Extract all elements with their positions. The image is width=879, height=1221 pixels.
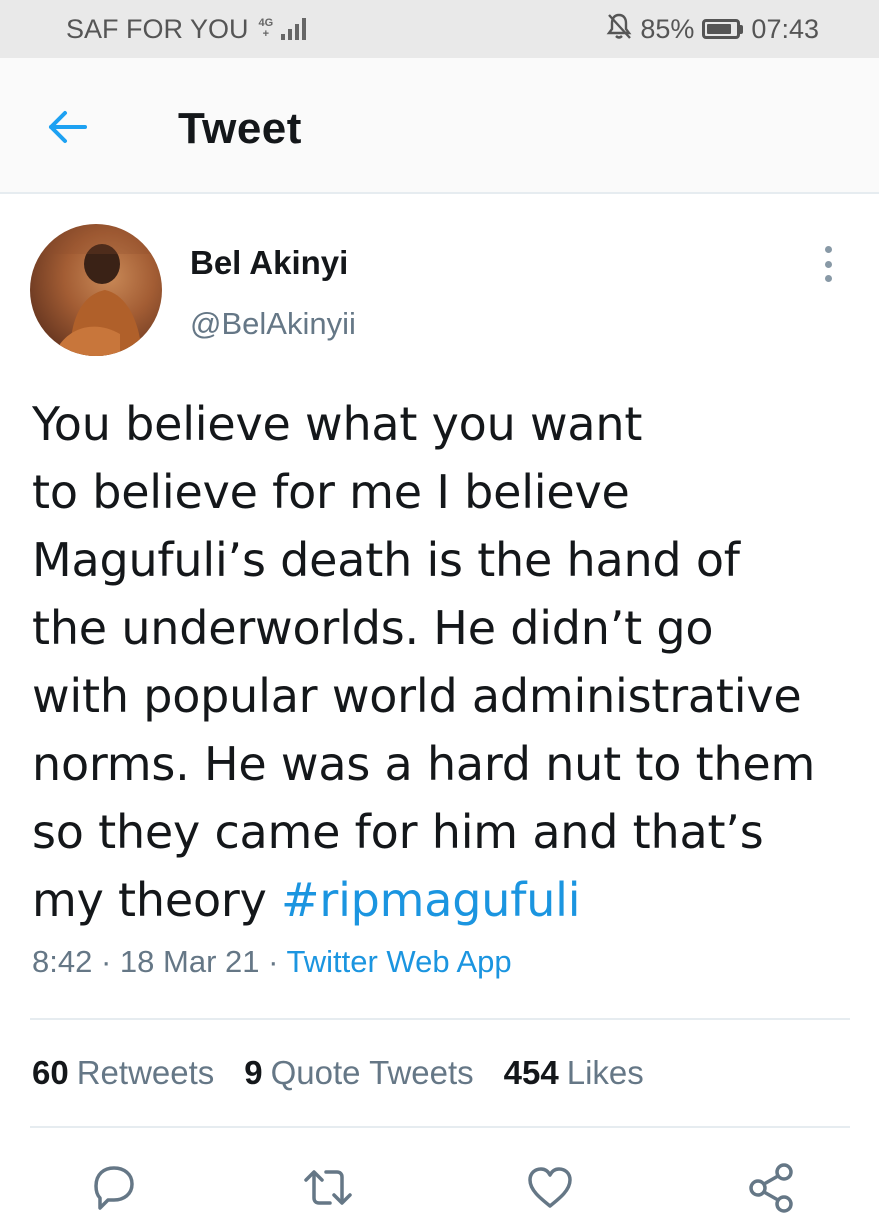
like-icon: [528, 1167, 572, 1208]
tweet-text-line: norms. He was a hard nut to them: [32, 737, 816, 791]
divider: [30, 1126, 850, 1128]
avatar[interactable]: [30, 224, 162, 356]
tweet-text-line: the underworlds. He didn’t go: [32, 601, 714, 655]
meta-separator: ·: [100, 944, 112, 979]
tweet-time: 8:42: [32, 944, 93, 979]
status-bar: SAF FOR YOU 4G + 85% 07:43: [0, 0, 879, 58]
tweet-source-link[interactable]: Twitter Web App: [287, 944, 512, 979]
tweet-text-line: to believe for me I believe: [32, 465, 630, 519]
quote-tweets-stat[interactable]: 9 Quote Tweets: [244, 1054, 473, 1092]
retweet-icon: [304, 1170, 352, 1205]
tweet-text-line: You believe what you want: [32, 397, 643, 451]
hashtag-link[interactable]: #ripmagufuli: [281, 873, 580, 927]
battery-percent: 85%: [640, 13, 695, 44]
share-button[interactable]: [744, 1160, 800, 1216]
meta-separator: ·: [268, 944, 279, 979]
quote-tweets-label: Quote Tweets: [270, 1054, 474, 1091]
status-right: 85% 07:43: [606, 12, 819, 47]
arrow-left-icon: [49, 111, 87, 143]
reply-button[interactable]: [86, 1160, 142, 1216]
app-header: Tweet: [0, 58, 879, 194]
network-data-indicator: +: [262, 28, 270, 40]
tweet-text: You believe what you want to believe for…: [32, 390, 847, 934]
action-bar: [0, 1160, 879, 1213]
back-button[interactable]: [44, 104, 90, 150]
retweets-stat[interactable]: 60 Retweets: [32, 1054, 214, 1092]
avatar-photo: [30, 224, 162, 356]
author-handle[interactable]: @BelAkinyii: [190, 306, 356, 342]
battery-fill: [707, 24, 732, 34]
likes-stat[interactable]: 454 Likes: [504, 1054, 644, 1092]
like-button[interactable]: [522, 1160, 578, 1216]
tweet-date: 18 Mar 21: [119, 944, 260, 979]
retweets-label: Retweets: [76, 1054, 215, 1091]
network-type: 4G +: [259, 18, 274, 40]
carrier-name: SAF FOR YOU: [66, 13, 249, 44]
tweet-text-line: my theory: [32, 873, 282, 927]
more-vertical-icon: [824, 246, 832, 253]
share-icon: [749, 1163, 793, 1213]
likes-label: Likes: [566, 1054, 644, 1091]
divider: [30, 1018, 850, 1020]
quote-tweets-count: 9: [244, 1054, 263, 1091]
tweet-meta: 8:42 · 18 Mar 21 · Twitter Web App: [32, 944, 512, 980]
likes-count: 454: [503, 1054, 559, 1091]
tweet-text-line: with popular world administrative: [32, 669, 802, 723]
more-options-button[interactable]: [814, 246, 842, 282]
retweet-button[interactable]: [300, 1160, 356, 1216]
tweet-text-line: Magufuli’s death is the hand of: [32, 533, 740, 587]
signal-icon: [281, 18, 307, 40]
reply-icon: [94, 1166, 134, 1210]
retweets-count: 60: [32, 1054, 69, 1091]
mute-alarm-icon: [606, 12, 632, 47]
author-name[interactable]: Bel Akinyi: [190, 244, 348, 282]
status-left: SAF FOR YOU 4G +: [66, 13, 307, 45]
page-title: Tweet: [178, 104, 302, 153]
clock: 07:43: [751, 13, 819, 44]
tweet-text-line-last: my theory #ripmagufuli: [32, 866, 847, 934]
tweet-text-line: so they came for him and that’s: [32, 805, 764, 859]
battery-icon: [702, 19, 744, 39]
engagement-stats: 60 Retweets 9 Quote Tweets 454 Likes: [32, 1054, 644, 1092]
